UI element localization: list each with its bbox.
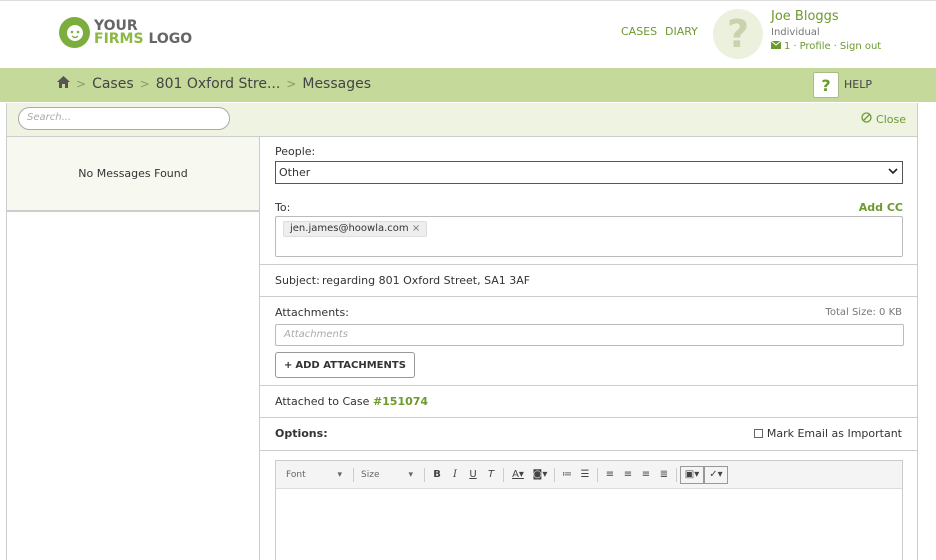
breadcrumb-bar: > Cases > 801 Oxford Stre... > Messages … (0, 68, 936, 102)
subject-value[interactable]: regarding 801 Oxford Street, SA1 3AF (322, 274, 530, 287)
size-select[interactable]: Size ▾ (357, 467, 417, 483)
case-link[interactable]: #151074 (373, 395, 428, 408)
bullet-list-icon[interactable]: ☰ (576, 466, 594, 484)
logo-line2a: FIRMS (94, 30, 144, 47)
breadcrumb-separator: > (139, 77, 150, 91)
logo-line2b: LOGO (148, 30, 193, 47)
add-attachments-button[interactable]: + ADD ATTACHMENTS (275, 352, 415, 378)
attached-to-case: Attached to Case #151074 (275, 395, 428, 408)
separator-dot: · (833, 41, 837, 52)
toolbar-divider (554, 467, 555, 482)
nav-cases[interactable]: CASES (621, 25, 657, 38)
signout-link[interactable]: Sign out (840, 41, 881, 52)
people-select[interactable]: Other (275, 161, 903, 184)
user-name[interactable]: Joe Bloggs (771, 9, 839, 24)
mark-important-label: Mark Email as Important (766, 427, 902, 440)
user-role: Individual (771, 27, 820, 38)
nav-diary[interactable]: DIARY (665, 25, 698, 38)
search-input[interactable]: Search... (18, 107, 230, 130)
add-cc-button[interactable]: Add CC (859, 201, 903, 214)
help-button[interactable]: ? (813, 72, 839, 98)
template-icon[interactable]: ▣▾ (680, 465, 704, 484)
attached-to-label: Attached to Case (275, 395, 370, 408)
bold-icon[interactable]: B (428, 466, 446, 484)
italic-icon[interactable]: I (446, 466, 464, 484)
firm-logo[interactable]: YOUR FIRMS LOGO (59, 17, 192, 48)
messages-toolbar: Search... Close (6, 103, 918, 137)
numbered-list-icon[interactable]: ≔ (558, 466, 576, 484)
separator-dot: · (793, 41, 797, 52)
message-count[interactable]: 1 (784, 41, 790, 52)
to-label: To: (275, 201, 291, 214)
close-button[interactable]: Close (861, 112, 906, 126)
toolbar-divider (597, 467, 598, 482)
people-value: Other (279, 166, 311, 179)
case-section: Attached to Case #151074 (260, 386, 918, 418)
font-select[interactable]: Font ▾ (282, 467, 346, 483)
subject-label: Subject: (275, 274, 320, 287)
toolbar-divider (676, 467, 677, 482)
chevron-down-icon (888, 165, 898, 178)
user-links: 1 · Profile · Sign out (770, 40, 881, 52)
breadcrumb: > Cases > 801 Oxford Stre... > Messages (57, 76, 371, 92)
breadcrumb-separator: > (286, 77, 297, 91)
align-justify-icon[interactable]: ≣ (655, 466, 673, 484)
breadcrumb-current: Messages (302, 76, 372, 92)
mark-important-checkbox[interactable]: Mark Email as Important (753, 427, 902, 440)
spellcheck-icon[interactable]: ✓▾ (704, 465, 728, 484)
profile-link[interactable]: Profile (800, 41, 831, 52)
toolbar-divider (424, 467, 425, 482)
bg-color-icon[interactable]: ◙▾ (529, 466, 551, 484)
close-label: Close (876, 112, 906, 126)
avatar[interactable]: ? (713, 9, 763, 59)
align-left-icon[interactable]: ≡ (601, 466, 619, 484)
total-size: Total Size: 0 KB (825, 307, 902, 318)
people-label: People: (275, 145, 316, 158)
align-right-icon[interactable]: ≡ (637, 466, 655, 484)
options-label: Options: (275, 427, 328, 440)
clear-format-icon[interactable]: T (482, 466, 500, 484)
breadcrumb-cases[interactable]: Cases (92, 76, 134, 92)
compose-form: People: Other To: Add CC jen.james@hoowl… (260, 137, 918, 560)
recipient-email: jen.james@hoowla.com (290, 223, 409, 234)
close-icon (861, 112, 872, 126)
recipients-section: People: Other To: Add CC jen.james@hoowl… (260, 137, 918, 265)
subject-section: Subject: regarding 801 Oxford Street, SA… (260, 265, 918, 297)
home-icon[interactable] (57, 76, 70, 92)
envelope-icon[interactable] (770, 40, 782, 52)
text-color-icon[interactable]: A▾ (507, 466, 529, 484)
font-label: Font (286, 469, 306, 480)
logo-icon (59, 17, 90, 48)
recipient-tag: jen.james@hoowla.com × (283, 221, 428, 237)
message-editor[interactable]: Font ▾ Size ▾ B I U T A▾ ◙▾ ≔ ☰ ≡ ≡ ≡ ≣ ▣▾… (275, 460, 903, 560)
toolbar-divider (353, 467, 354, 482)
checkbox[interactable] (753, 429, 763, 438)
caret-down-icon: ▾ (337, 469, 342, 480)
to-field[interactable]: jen.james@hoowla.com × (275, 216, 903, 257)
align-center-icon[interactable]: ≡ (619, 466, 637, 484)
caret-down-icon: ▾ (408, 469, 413, 480)
breadcrumb-case[interactable]: 801 Oxford Stre... (156, 76, 281, 92)
plus-icon: + (284, 359, 293, 371)
empty-state: No Messages Found (7, 137, 259, 212)
editor-toolbar: Font ▾ Size ▾ B I U T A▾ ◙▾ ≔ ☰ ≡ ≡ ≡ ≣ ▣▾… (276, 461, 902, 489)
logo-text: YOUR FIRMS LOGO (94, 19, 193, 47)
remove-tag-icon[interactable]: × (412, 223, 420, 234)
size-label: Size (361, 469, 380, 480)
attachments-input[interactable]: Attachments (275, 324, 904, 346)
add-attachments-label: ADD ATTACHMENTS (295, 359, 406, 371)
message-list: No Messages Found (6, 137, 260, 560)
attachments-label: Attachments: (275, 306, 349, 319)
breadcrumb-separator: > (76, 77, 87, 91)
underline-icon[interactable]: U (464, 466, 482, 484)
toolbar-divider (503, 467, 504, 482)
top-header: YOUR FIRMS LOGO CASES DIARY ? Joe Bloggs… (0, 0, 936, 68)
help-label[interactable]: HELP (844, 78, 872, 91)
